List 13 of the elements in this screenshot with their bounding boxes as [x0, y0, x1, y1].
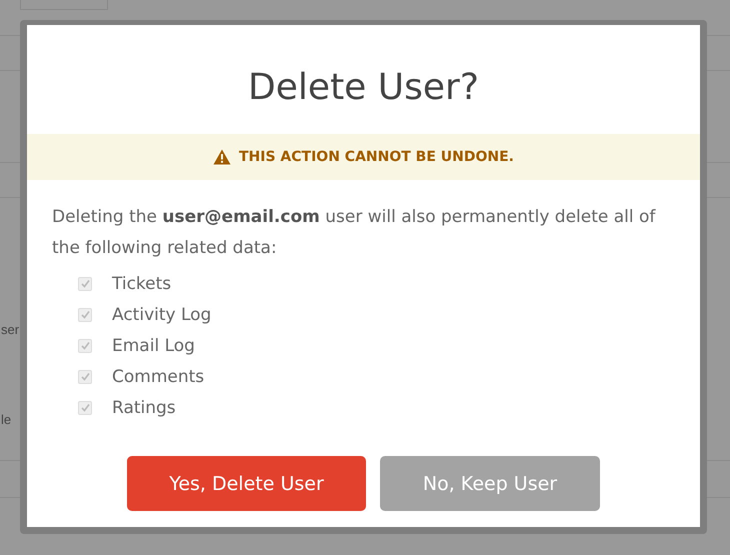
message-text: Deleting the user@email.com user will also permanently delete all of the following related data:: [52, 206, 657, 260]
item-label: Ratings: [112, 398, 176, 418]
item-label: Activity Log: [112, 304, 212, 324]
item-label: Tickets: [112, 274, 172, 294]
dialog-button[interactable]: No, Keep User: [380, 456, 600, 511]
warning-icon: [213, 149, 231, 165]
warning-text: THIS ACTION CANNOT BE UNDONE.: [239, 149, 514, 165]
item-label: Email Log: [112, 336, 195, 356]
dialog-button[interactable]: Yes, Delete User: [127, 456, 366, 511]
item-label: Comments: [112, 366, 204, 386]
background-text: ser: [1, 322, 20, 337]
background-text: le: [1, 412, 12, 427]
dialog-title: Delete User?: [247, 66, 480, 110]
